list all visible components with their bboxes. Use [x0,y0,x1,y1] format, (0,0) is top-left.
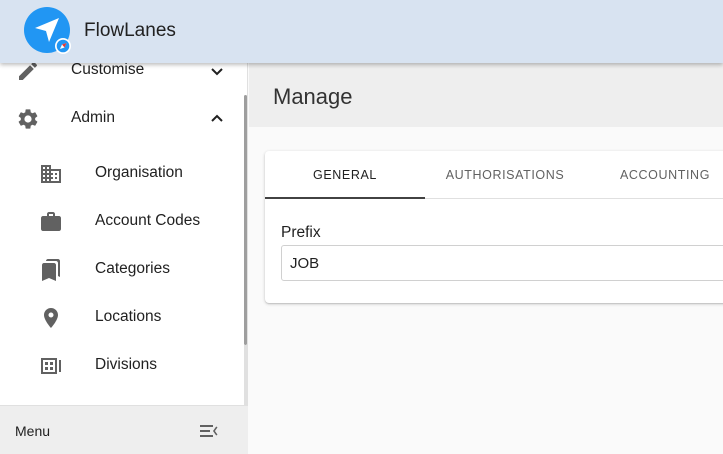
sidebar-item-label: Organisation [95,164,183,181]
bookmarks-icon [42,259,60,281]
tab-general[interactable]: GENERAL [265,151,425,199]
sidebar: Customise Admin Organisation Account Cod… [0,0,248,454]
menu-footer: Menu [0,405,248,454]
sidebar-scroll-track [244,345,247,405]
page-header: Manage [249,63,723,127]
app-title: FlowLanes [84,20,176,41]
sidebar-item-account-codes[interactable]: Account Codes [0,198,245,246]
active-tab-indicator [265,197,425,199]
divisions-icon [41,358,61,374]
sidebar-item-admin[interactable]: Admin [0,95,245,143]
sidebar-item-label: Locations [95,308,162,325]
app-logo-icon[interactable] [24,7,72,55]
page-title: Manage [273,84,353,109]
sidebar-item-label: Divisions [95,356,158,373]
gear-icon [18,109,38,129]
sidebar-item-label: Categories [95,260,170,277]
tab-accounting[interactable]: ACCOUNTING [585,151,723,199]
sidebar-item-label: Admin [71,109,115,126]
prefix-label: Prefix [281,224,321,241]
sidebar-item-locations[interactable]: Locations [0,294,245,342]
tab-authorisations[interactable]: AUTHORISATIONS [425,151,585,199]
sidebar-scrollbar[interactable] [244,95,247,345]
app-bar: FlowLanes [0,0,723,63]
sidebar-item-organisation[interactable]: Organisation [0,150,245,198]
menu-collapse-icon[interactable] [197,419,221,443]
location-pin-icon [44,308,58,328]
chevron-up-icon [211,114,223,122]
briefcase-icon [41,212,61,231]
sidebar-item-categories[interactable]: Categories [0,246,245,294]
prefix-input[interactable] [281,245,723,281]
settings-card: GENERAL AUTHORISATIONS ACCOUNTING Prefix [265,151,723,303]
tab-bar: GENERAL AUTHORISATIONS ACCOUNTING [265,151,723,199]
building-icon [41,165,61,183]
menu-label: Menu [15,423,51,439]
sidebar-item-label: Customise [71,61,145,78]
sidebar-item-label: Account Codes [95,212,201,229]
sidebar-item-divisions[interactable]: Divisions [0,342,245,390]
